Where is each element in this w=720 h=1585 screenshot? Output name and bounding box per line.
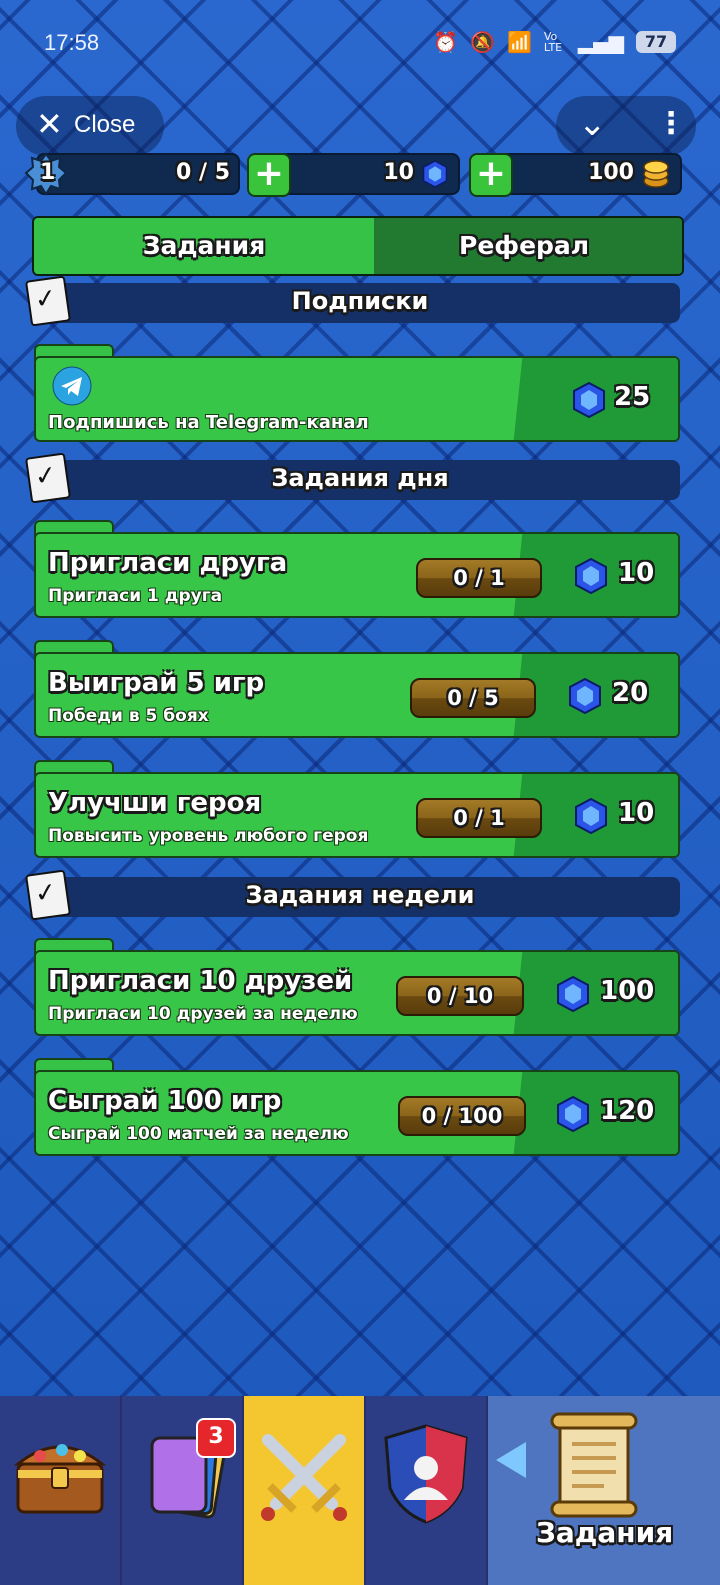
battery-indicator: 77	[636, 31, 676, 53]
more-vertical-icon[interactable]: ⋮	[656, 106, 686, 141]
status-time: 17:58	[44, 30, 100, 55]
task-reward: 100	[600, 976, 655, 1006]
task-title: Пригласи друга	[48, 548, 288, 578]
gem-icon	[569, 678, 601, 714]
menu-controls: ⌄ ⋮	[556, 96, 696, 156]
gem-icon	[557, 976, 589, 1012]
section-title: Задания недели	[245, 881, 475, 909]
plus-icon: +	[475, 153, 507, 194]
task-card-daily-3[interactable]: Улучши героя Повысить уровень любого гер…	[34, 760, 680, 858]
close-icon: ✕	[36, 105, 63, 143]
status-icons: ⏰ 🔕 📶 Vo LTE ▂▄▆ 77	[433, 30, 676, 54]
chevron-down-icon[interactable]: ⌄	[578, 104, 607, 144]
tab-bar: Реферал Задания	[32, 216, 684, 276]
coin-value: 100	[588, 160, 634, 185]
task-reward: 10	[618, 798, 655, 828]
alarm-icon: ⏰	[433, 30, 459, 54]
task-subtitle: Победи в 5 боях	[48, 706, 209, 726]
task-progress: 0 / 100	[398, 1096, 526, 1136]
section-title: Задания дня	[271, 464, 449, 492]
gem-value: 10	[383, 160, 414, 185]
checklist-clock-icon: ✓	[24, 869, 72, 921]
gem-icon	[557, 1096, 589, 1132]
swords-icon	[261, 1434, 347, 1521]
plus-icon: +	[253, 153, 285, 194]
task-progress: 0 / 1	[416, 558, 542, 598]
mute-icon: 🔕	[470, 30, 495, 54]
cards-notification-badge: 3	[196, 1418, 236, 1458]
task-progress: 0 / 5	[410, 678, 536, 718]
task-subtitle: Пригласи 1 друга	[48, 586, 223, 606]
nav-tasks[interactable]	[488, 1396, 720, 1585]
section-header-subscriptions: Подписки	[50, 283, 680, 323]
level-value: 1	[40, 160, 56, 185]
nav-clan[interactable]	[366, 1396, 486, 1585]
task-title: Улучши героя	[48, 788, 262, 818]
close-button[interactable]: ✕ Close	[16, 96, 164, 156]
section-header-weekly: Задания недели	[50, 877, 680, 917]
task-reward: 20	[612, 678, 649, 708]
task-card-telegram[interactable]: Подпишись на Telegram-канал 25	[34, 344, 680, 442]
task-title: Пригласи 10 друзей	[48, 966, 353, 996]
signal-icon: ▂▄▆	[577, 30, 624, 54]
task-progress: 0 / 10	[396, 976, 524, 1016]
status-bar: 17:58 ⏰ 🔕 📶 Vo LTE ▂▄▆ 77	[0, 0, 720, 90]
gem-icon	[573, 382, 605, 418]
coin-icon	[643, 160, 669, 188]
task-card-daily-1[interactable]: Пригласи друга Пригласи 1 друга 0 / 1 10	[34, 520, 680, 618]
gem-bar: 10	[262, 153, 460, 195]
task-reward: 25	[614, 382, 651, 412]
task-progress: 0 / 1	[416, 798, 542, 838]
clan-shield-icon	[384, 1424, 468, 1524]
chest-icon	[13, 1444, 107, 1514]
task-subtitle: Пригласи 10 друзей за неделю	[48, 1004, 358, 1024]
tab-tasks[interactable]: Задания	[34, 218, 374, 274]
nav-tasks-label: Задания	[536, 1516, 674, 1549]
task-reward: 120	[600, 1096, 655, 1126]
network-label: Vo LTE	[543, 30, 563, 54]
tab-referral[interactable]: Реферал	[348, 218, 682, 274]
nav-battle[interactable]	[244, 1396, 364, 1585]
task-subtitle: Подпишись на Telegram-канал	[48, 412, 369, 433]
close-label: Close	[74, 111, 136, 138]
gem-icon	[575, 558, 607, 594]
bottom-nav	[0, 1396, 720, 1585]
xp-value: 0 / 5	[176, 160, 230, 185]
task-subtitle: Сыграй 100 матчей за неделю	[48, 1124, 349, 1144]
add-gems-button[interactable]: +	[247, 153, 291, 197]
telegram-icon	[52, 366, 92, 406]
wifi-icon: 📶	[506, 30, 532, 54]
checklist-icon: ✓	[24, 275, 72, 327]
task-card-weekly-1[interactable]: Пригласи 10 друзей Пригласи 10 друзей за…	[34, 938, 680, 1036]
task-title: Сыграй 100 игр	[48, 1086, 282, 1116]
gem-icon	[422, 160, 448, 188]
add-coins-button[interactable]: +	[469, 153, 513, 197]
task-card-weekly-2[interactable]: Сыграй 100 игр Сыграй 100 матчей за неде…	[34, 1058, 680, 1156]
scroll-icon	[550, 1412, 638, 1518]
task-title: Выиграй 5 игр	[48, 668, 265, 698]
checklist-clock-icon: ✓	[24, 452, 72, 504]
nav-shop[interactable]	[0, 1396, 120, 1585]
section-header-daily: Задания дня	[50, 460, 680, 500]
section-title: Подписки	[291, 287, 429, 315]
active-indicator-icon	[496, 1442, 526, 1478]
gem-icon	[575, 798, 607, 834]
task-reward: 10	[618, 558, 655, 588]
task-subtitle: Повысить уровень любого героя	[48, 826, 369, 846]
task-card-daily-2[interactable]: Выиграй 5 игр Победи в 5 боях 0 / 5 20	[34, 640, 680, 738]
